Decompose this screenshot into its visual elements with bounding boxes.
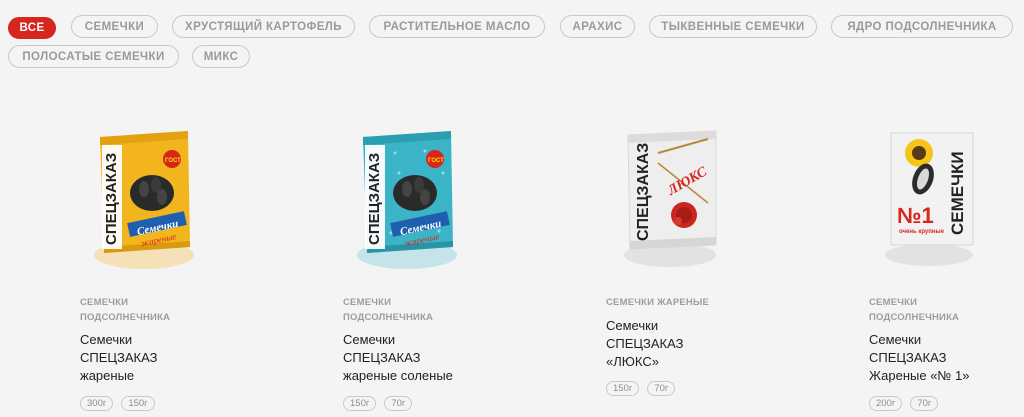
- product-card[interactable]: СПЕЦЗАКАЗ ЛЮКС СЕМЕЧКИ ЖАРЕНЫЕ Семечки СП…: [606, 95, 806, 417]
- product-category: СЕМЕЧКИ ПОДСОЛНЕЧНИКА: [343, 297, 434, 323]
- product-title[interactable]: Семечки СПЕЦЗАКАЗ «ЛЮКС»: [606, 317, 684, 371]
- svg-text:СПЕЦЗАКАЗ: СПЕЦЗАКАЗ: [635, 143, 652, 241]
- filter-chip-striped[interactable]: ПОЛОСАТЫЕ СЕМЕЧКИ: [8, 45, 179, 68]
- weight-option[interactable]: 300г: [80, 396, 114, 411]
- svg-text:СПЕЦЗАКАЗ: СПЕЦЗАКАЗ: [366, 153, 383, 245]
- product-category: СЕМЕЧКИ ПОДСОЛНЕЧНИКА: [869, 297, 960, 323]
- filter-chip-pumpkin[interactable]: ТЫКВЕННЫЕ СЕМЕЧКИ: [649, 15, 817, 38]
- weight-option[interactable]: 200г: [869, 396, 903, 411]
- product-category: СЕМЕЧКИ ЖАРЕНЫЕ: [606, 297, 710, 308]
- weight-options: 150г 70г: [606, 381, 676, 396]
- product-card[interactable]: СПЕЦЗАКАЗ Семечки жареные ГОСТ СЕМЕЧКИ ПО…: [80, 95, 280, 417]
- filter-chip-semechki[interactable]: СЕМЕЧКИ: [71, 15, 158, 38]
- product-image[interactable]: СПЕЦЗАКАЗ Семечки жареные ГОСТ: [92, 123, 202, 273]
- product-image[interactable]: СЕМЕЧКИ №1 очень крупные: [877, 123, 987, 273]
- filter-chip-mix[interactable]: МИКС: [192, 45, 250, 68]
- svg-text:очень крупные: очень крупные: [899, 229, 945, 235]
- svg-text:СПЕЦЗАКАЗ: СПЕЦЗАКАЗ: [103, 153, 120, 245]
- weight-option[interactable]: 150г: [343, 396, 377, 411]
- svg-text:№1: №1: [897, 203, 934, 228]
- product-image[interactable]: СПЕЦЗАКАЗ Семечки жареные ГОСТ: [355, 123, 465, 273]
- product-image[interactable]: СПЕЦЗАКАЗ ЛЮКС: [618, 123, 728, 273]
- product-card[interactable]: СПЕЦЗАКАЗ Семечки жареные ГОСТ СЕМЕЧКИ ПО…: [343, 95, 543, 417]
- product-title[interactable]: Семечки СПЕЦЗАКАЗ Жареные «№ 1»: [869, 331, 969, 385]
- weight-option[interactable]: 150г: [121, 396, 155, 411]
- product-title[interactable]: Семечки СПЕЦЗАКАЗ жареные соленые: [343, 331, 453, 385]
- weight-option[interactable]: 70г: [384, 396, 413, 411]
- weight-options: 200г 70г: [869, 396, 939, 411]
- weight-options: 300г 150г: [80, 396, 155, 411]
- weight-option[interactable]: 150г: [606, 381, 640, 396]
- filter-chip-kernel[interactable]: ЯДРО ПОДСОЛНЕЧНИКА: [831, 15, 1013, 38]
- product-category: СЕМЕЧКИ ПОДСОЛНЕЧНИКА: [80, 297, 171, 323]
- weight-option[interactable]: 70г: [910, 396, 939, 411]
- filter-chip-all[interactable]: ВСЕ: [8, 17, 56, 39]
- product-card[interactable]: СЕМЕЧКИ №1 очень крупные СЕМЕЧКИ ПОДСОЛНЕ…: [869, 95, 1024, 417]
- svg-text:ГОСТ: ГОСТ: [428, 158, 444, 164]
- product-title[interactable]: Семечки СПЕЦЗАКАЗ жареные: [80, 331, 158, 385]
- filter-chip-potato[interactable]: ХРУСТЯЩИЙ КАРТОФЕЛЬ: [172, 15, 355, 38]
- weight-options: 150г 70г: [343, 396, 413, 411]
- filter-chip-peanut[interactable]: АРАХИС: [560, 15, 635, 38]
- svg-text:СЕМЕЧКИ: СЕМЕЧКИ: [948, 151, 967, 235]
- filter-chip-oil[interactable]: РАСТИТЕЛЬНОЕ МАСЛО: [369, 15, 545, 38]
- weight-option[interactable]: 70г: [647, 381, 676, 396]
- svg-text:ГОСТ: ГОСТ: [165, 158, 181, 164]
